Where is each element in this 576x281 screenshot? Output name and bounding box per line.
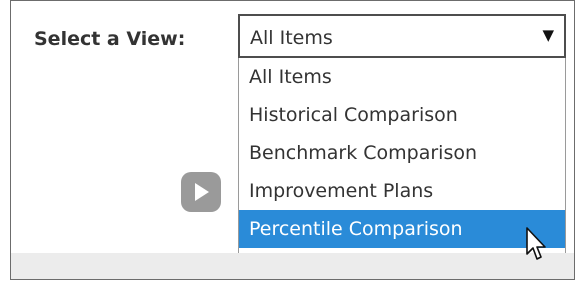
view-select-value: All Items [250,27,333,49]
caret-down-icon[interactable]: ▼ [542,26,554,44]
option-percentile-comparison[interactable]: Percentile Comparison [239,210,565,248]
select-view-label: Select a View: [34,28,186,50]
view-dropdown-list: All Items Historical Comparison Benchmar… [238,58,566,256]
play-icon [195,183,209,201]
option-all-items[interactable]: All Items [239,58,565,96]
option-improvement-plans[interactable]: Improvement Plans [239,172,565,210]
bottom-strip [11,253,574,279]
option-historical-comparison[interactable]: Historical Comparison [239,96,565,134]
mouse-pointer-icon [526,227,546,260]
view-select[interactable]: All Items ▼ [238,14,566,58]
panel-frame: Select a View: All Items ▼ All Items His… [10,0,575,280]
option-benchmark-comparison[interactable]: Benchmark Comparison [239,134,565,172]
play-button[interactable] [181,172,221,212]
